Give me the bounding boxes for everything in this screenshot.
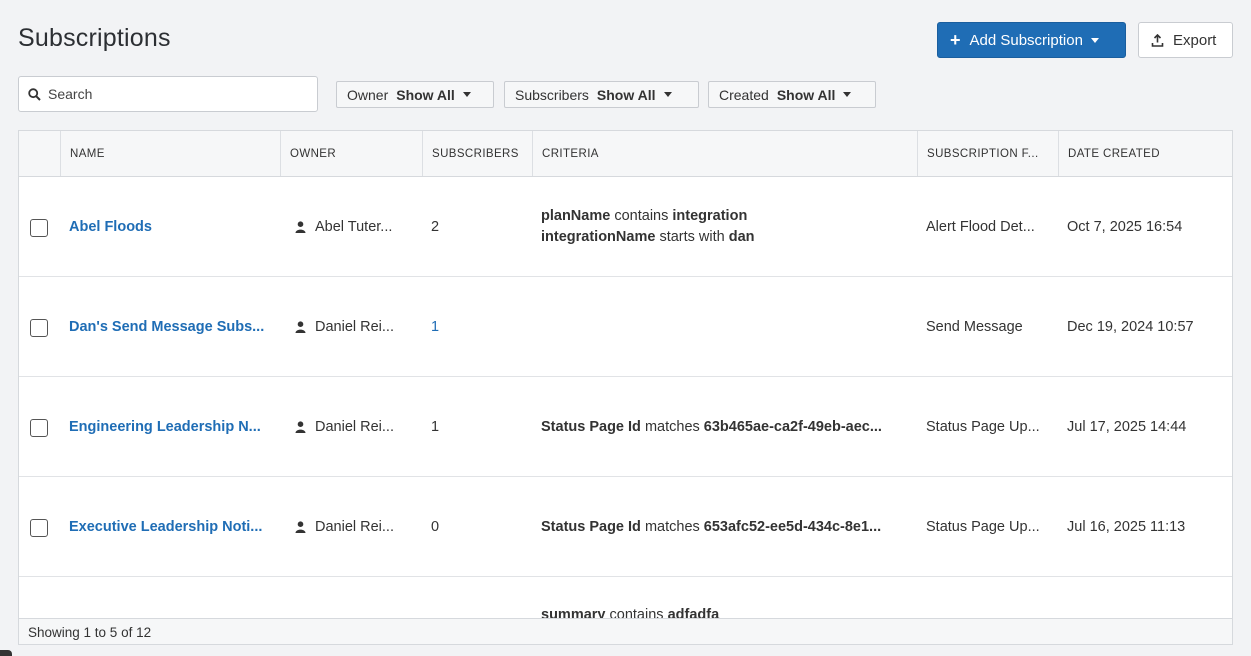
column-criteria[interactable]: CRITERIA xyxy=(532,131,917,176)
filter-created-label: Created xyxy=(719,86,769,103)
column-date-created[interactable]: DATE CREATED xyxy=(1058,131,1232,176)
criteria-item: summary contains adfadfa xyxy=(541,607,720,618)
corner-handle xyxy=(0,650,12,656)
user-icon xyxy=(295,420,306,433)
subscriptions-table: NAME OWNER SUBSCRIBERS CRITERIA SUBSCRIP… xyxy=(18,130,1233,645)
table-row[interactable]: Abel Floods Abel Tuter... 2 planName con… xyxy=(19,177,1232,277)
search-box[interactable] xyxy=(18,76,318,112)
owner-name: Abel Tuter... xyxy=(315,218,393,235)
chevron-down-icon xyxy=(462,92,471,97)
date-created: Jul 17, 2025 14:44 xyxy=(1067,418,1187,435)
subscriber-count: 0 xyxy=(431,518,440,535)
owner-name: Daniel Rei... xyxy=(315,418,394,435)
row-checkbox[interactable] xyxy=(30,519,48,537)
add-subscription-label: Add Subscription xyxy=(969,31,1083,49)
filter-created[interactable]: Created Show All xyxy=(708,81,876,108)
subscriber-count: 2 xyxy=(431,218,440,235)
chevron-down-icon xyxy=(1090,37,1099,43)
search-icon xyxy=(28,87,41,101)
search-input[interactable] xyxy=(48,86,298,102)
criteria-item: Status Page Id matches 653afc52-ee5d-434… xyxy=(541,518,882,535)
column-name[interactable]: NAME xyxy=(60,131,280,176)
criteria-item: planName contains integration xyxy=(541,208,748,224)
filter-owner[interactable]: Owner Show All xyxy=(336,81,494,108)
column-subscribers[interactable]: SUBSCRIBERS xyxy=(422,131,532,176)
subscription-form: Status Page Up... xyxy=(926,518,1040,535)
upload-icon xyxy=(1151,33,1164,47)
owner-name: Daniel Rei... xyxy=(315,518,394,535)
table-header: NAME OWNER SUBSCRIBERS CRITERIA SUBSCRIP… xyxy=(19,131,1232,177)
subscription-form: Alert Flood Det... xyxy=(926,218,1035,235)
subscriber-count: 1 xyxy=(431,418,440,435)
row-checkbox[interactable] xyxy=(30,219,48,237)
user-icon xyxy=(295,520,306,533)
subscription-form: Status Page Up... xyxy=(926,418,1040,435)
chevron-down-icon xyxy=(843,92,852,97)
export-label: Export xyxy=(1173,31,1217,49)
subscription-name-link[interactable]: Engineering Leadership N... xyxy=(69,419,261,435)
export-button[interactable]: Export xyxy=(1138,22,1233,58)
user-icon xyxy=(295,220,306,233)
owner-name: Daniel Rei... xyxy=(315,318,394,335)
table-row[interactable]: Dan's Send Message Subs... Daniel Rei...… xyxy=(19,277,1232,377)
subscription-name-link[interactable]: Executive Leadership Noti... xyxy=(69,519,262,535)
column-select xyxy=(19,131,60,176)
plus-icon: + xyxy=(950,30,961,50)
column-subscription-form[interactable]: SUBSCRIPTION F... xyxy=(917,131,1058,176)
filter-subscribers-value: Show All xyxy=(596,86,656,103)
criteria-item: integrationName starts with dan xyxy=(541,229,755,245)
row-checkbox[interactable] xyxy=(30,319,48,337)
filter-owner-value: Show All xyxy=(396,86,455,103)
filter-subscribers[interactable]: Subscribers Show All xyxy=(504,81,699,108)
pagination-summary: Showing 1 to 5 of 12 xyxy=(19,618,1232,644)
filter-created-value: Show All xyxy=(776,86,836,103)
chevron-down-icon xyxy=(663,92,672,97)
row-checkbox[interactable] xyxy=(30,419,48,437)
table-row[interactable]: Engineering Leadership N... Daniel Rei..… xyxy=(19,377,1232,477)
date-created: Oct 7, 2025 16:54 xyxy=(1067,218,1183,235)
column-owner[interactable]: OWNER xyxy=(280,131,422,176)
subscriber-count-link[interactable]: 1 xyxy=(431,319,439,335)
subscription-name-link[interactable]: Dan's Send Message Subs... xyxy=(69,319,264,335)
subscription-name-link[interactable]: Abel Floods xyxy=(69,219,152,235)
subscription-form: Send Message xyxy=(926,318,1023,335)
page-title: Subscriptions xyxy=(18,24,171,52)
add-subscription-button[interactable]: + Add Subscription xyxy=(937,22,1126,58)
user-icon xyxy=(295,320,306,333)
filter-owner-label: Owner xyxy=(347,86,389,103)
date-created: Jul 16, 2025 11:13 xyxy=(1067,518,1186,535)
date-created: Dec 19, 2024 10:57 xyxy=(1067,318,1194,335)
criteria-list: planName contains integration integratio… xyxy=(541,208,755,245)
filter-subscribers-label: Subscribers xyxy=(515,86,589,103)
criteria-item: Status Page Id matches 63b465ae-ca2f-49e… xyxy=(541,418,882,435)
table-row[interactable]: Executive Leadership Noti... Daniel Rei.… xyxy=(19,477,1232,577)
table-row[interactable]: summary contains adfadfa xyxy=(19,578,1232,618)
